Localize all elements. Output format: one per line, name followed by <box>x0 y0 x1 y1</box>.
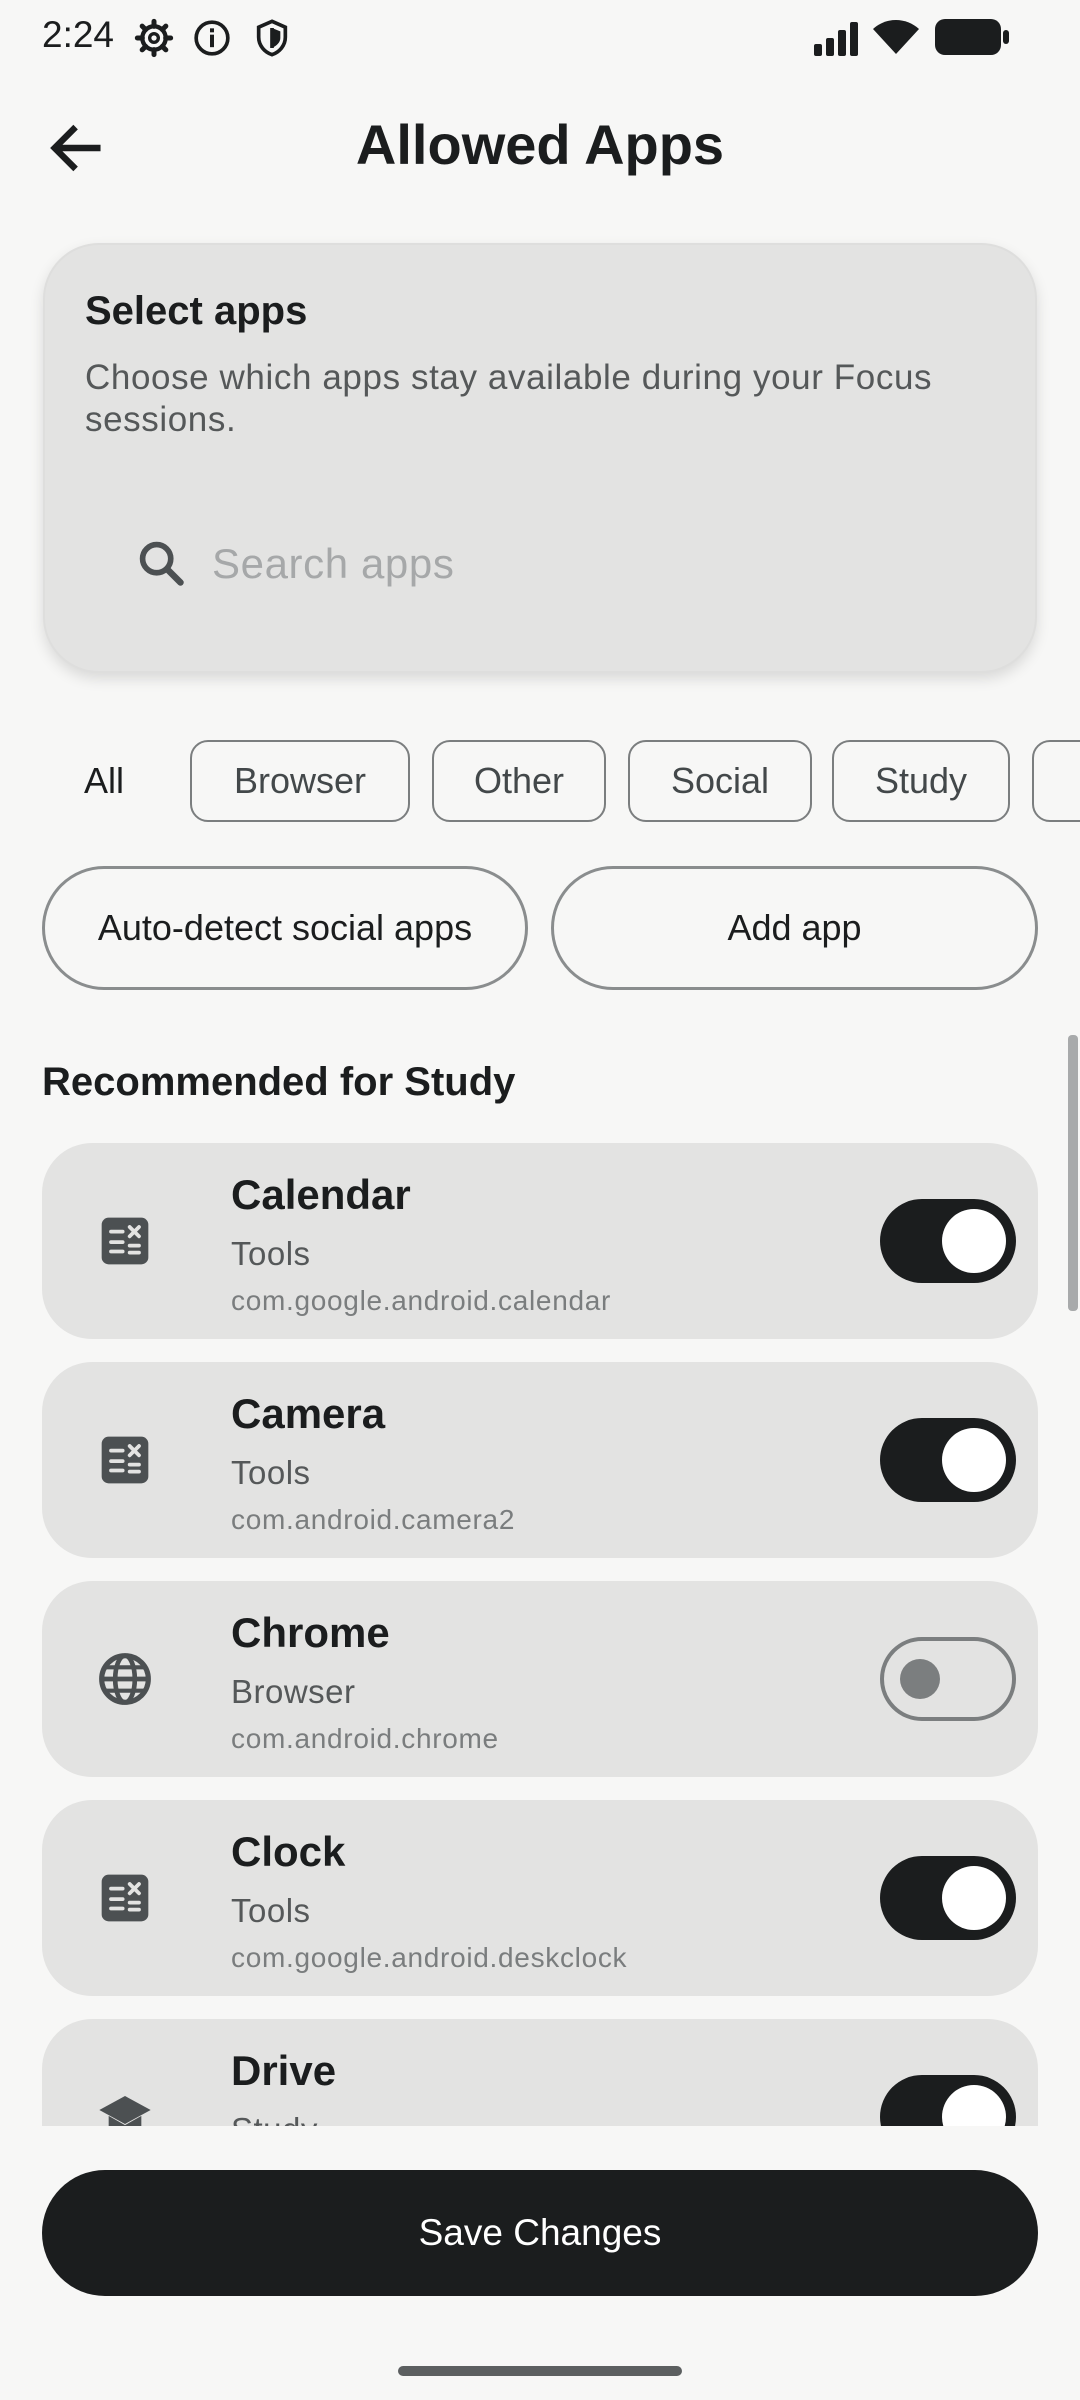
toggle-knob <box>900 1659 940 1699</box>
app-package: com.google.android.deskclock <box>231 1942 628 1973</box>
toggle-drive[interactable] <box>880 2075 1016 2126</box>
toggle-chrome[interactable] <box>880 1637 1016 1721</box>
app-name: Camera <box>231 1390 386 1437</box>
app-row-clock[interactable]: Clock Tools com.google.android.deskclock <box>42 1800 1038 1996</box>
signal-icon <box>814 22 858 56</box>
app-category: Tools <box>231 1892 311 1929</box>
battery-icon <box>935 19 1009 55</box>
filter-chip-other[interactable]: Other <box>432 740 606 822</box>
card-title: Select apps <box>85 289 308 333</box>
save-changes-button[interactable]: Save Changes <box>42 2170 1038 2296</box>
app-name: Calendar <box>231 1171 411 1218</box>
page-title: Allowed Apps <box>355 113 725 176</box>
search-icon <box>139 541 184 586</box>
app-name: Clock <box>231 1828 346 1875</box>
auto-detect-social-button[interactable]: Auto-detect social apps <box>42 866 528 990</box>
app-category: Tools <box>231 1235 311 1272</box>
toggle-knob <box>942 1866 1006 1930</box>
app-row-chrome[interactable]: Chrome Browser com.android.chrome <box>42 1581 1038 1777</box>
toggle-knob <box>942 1428 1006 1492</box>
wifi-icon <box>873 20 919 54</box>
home-indicator[interactable] <box>398 2366 682 2376</box>
section-title: Recommended for Study <box>42 1060 516 1104</box>
school-icon <box>99 2096 151 2126</box>
app-package: com.android.camera2 <box>231 1504 516 1535</box>
app-name: Chrome <box>231 1609 390 1656</box>
info-icon <box>194 20 230 56</box>
filter-chip-all[interactable]: All <box>84 760 124 802</box>
app-list: Calendar Tools com.google.android.calend… <box>0 1120 1080 2126</box>
settings-icon <box>134 18 174 58</box>
app-package: com.google.android.calendar <box>231 1285 612 1316</box>
tools-icon <box>101 1436 149 1484</box>
app-category: Study <box>231 2111 318 2126</box>
shield-icon <box>256 19 288 57</box>
app-name: Drive <box>231 2047 337 2094</box>
app-row-drive[interactable]: Drive Study <box>42 2019 1038 2126</box>
app-category: Browser <box>231 1673 356 1710</box>
scrollbar[interactable] <box>1068 1035 1078 1311</box>
toggle-camera[interactable] <box>880 1418 1016 1502</box>
filter-chip-overflow[interactable] <box>1032 740 1080 822</box>
filter-chip-social[interactable]: Social <box>628 740 812 822</box>
card-description: Choose which apps stay available during … <box>85 358 933 439</box>
status-time: 2:24 <box>42 14 115 55</box>
app-row-camera[interactable]: Camera Tools com.android.camera2 <box>42 1362 1038 1558</box>
tools-icon <box>101 1874 149 1922</box>
filter-chip-browser[interactable]: Browser <box>190 740 410 822</box>
globe-icon <box>99 1653 151 1705</box>
app-row-calendar[interactable]: Calendar Tools com.google.android.calend… <box>42 1143 1038 1339</box>
tools-icon <box>101 1217 149 1265</box>
search-input[interactable] <box>210 535 914 593</box>
toggle-clock[interactable] <box>880 1856 1016 1940</box>
filter-chip-study[interactable]: Study <box>832 740 1010 822</box>
toggle-calendar[interactable] <box>880 1199 1016 1283</box>
toggle-knob <box>942 2085 1006 2126</box>
select-apps-card: Select apps Choose which apps stay avail… <box>43 243 1037 673</box>
toggle-knob <box>942 1209 1006 1273</box>
add-app-button[interactable]: Add app <box>551 866 1038 990</box>
app-category: Tools <box>231 1454 311 1491</box>
app-package: com.android.chrome <box>231 1723 499 1754</box>
